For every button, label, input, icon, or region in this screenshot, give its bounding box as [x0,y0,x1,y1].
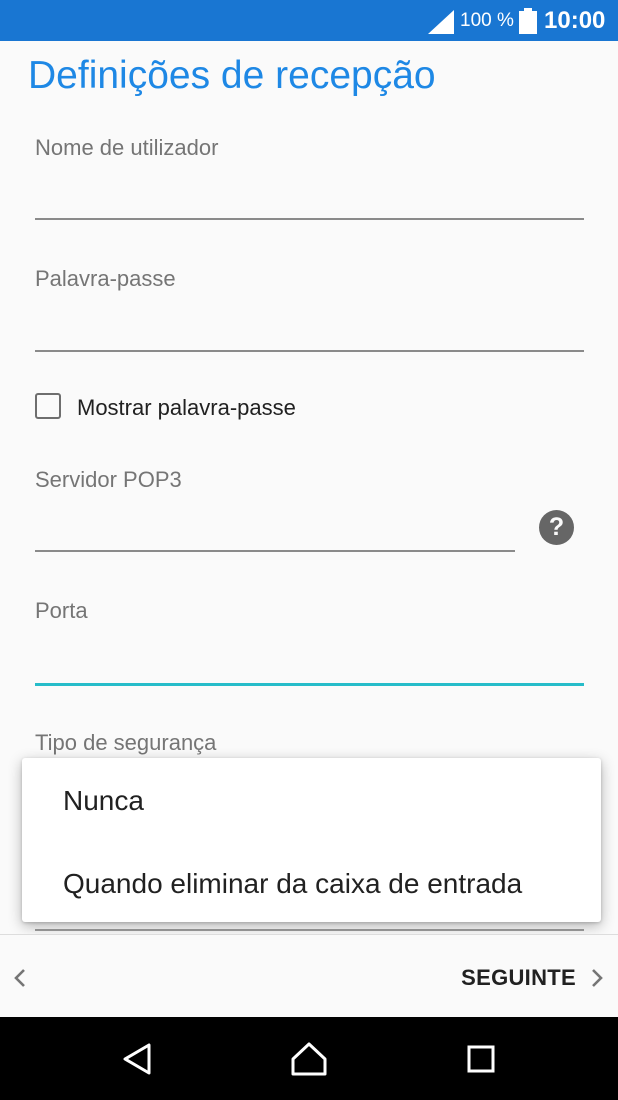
username-input[interactable] [35,182,584,220]
screen: 100 % 10:00 Definições de recepção Nome … [0,0,618,1100]
pop3-server-label: Servidor POP3 [35,467,182,492]
status-bar: 100 % 10:00 [0,0,618,41]
action-bar: SEGUINTE [0,934,618,1018]
battery-percent: 100 % [460,10,514,31]
chevron-left-icon[interactable] [10,965,30,991]
port-label: Porta [35,598,88,623]
security-type-underline [35,929,584,931]
menu-item-never[interactable]: Nunca [63,784,144,818]
home-icon[interactable] [289,1039,329,1079]
help-icon[interactable]: ? [539,510,574,545]
show-password-checkbox[interactable] [35,393,61,419]
navigation-bar [0,1017,618,1100]
show-password-label[interactable]: Mostrar palavra-passe [77,394,296,422]
clock: 10:00 [544,7,606,34]
menu-item-on-delete-from-inbox[interactable]: Quando eliminar da caixa de entrada [63,867,522,901]
password-label: Palavra-passe [35,266,176,291]
next-button[interactable]: SEGUINTE [461,959,608,997]
popup-menu: Nunca Quando eliminar da caixa de entrad… [22,758,601,922]
security-type-label: Tipo de segurança [35,730,217,755]
next-label: SEGUINTE [461,965,576,990]
signal-icon [428,10,454,34]
battery-icon [519,8,537,34]
username-label: Nome de utilizador [35,135,219,160]
page-title: Definições de recepção [28,54,436,97]
pop3-server-input[interactable] [35,514,515,552]
password-input[interactable] [35,314,584,352]
back-icon[interactable] [118,1039,158,1079]
recents-icon[interactable] [461,1039,501,1079]
port-input[interactable] [35,647,584,686]
chevron-right-icon [592,969,603,987]
